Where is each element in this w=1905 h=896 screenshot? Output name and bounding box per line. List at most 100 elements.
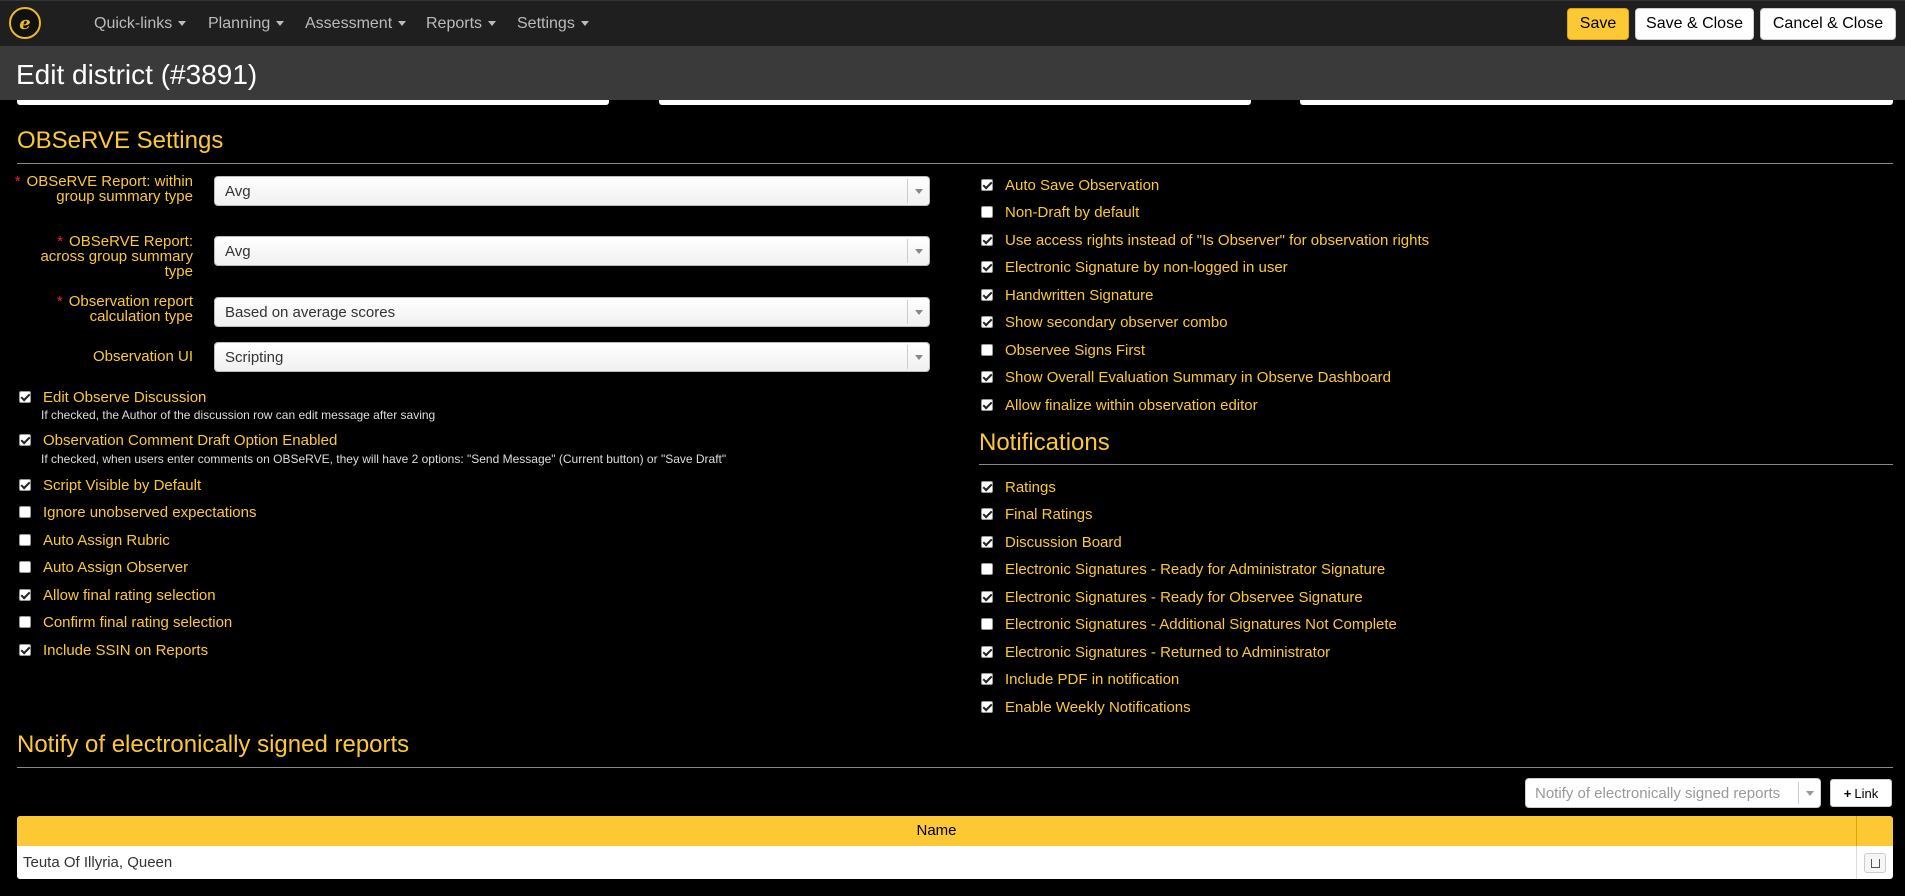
help-text: If checked, the Author of the discussion…	[41, 408, 436, 422]
checkbox[interactable]	[981, 289, 993, 301]
link-button[interactable]: + Link	[1830, 779, 1892, 807]
checkbox[interactable]	[981, 234, 993, 246]
checkbox[interactable]	[981, 399, 993, 411]
table-header: Name	[17, 816, 1893, 846]
signed-reports-table: Name Teuta Of Illyria, Queen	[17, 816, 1893, 879]
save-close-button[interactable]: Save & Close	[1635, 8, 1754, 40]
check-edit-observe-discussion[interactable]: Edit Observe Discussion	[19, 389, 206, 406]
checkbox[interactable]	[981, 646, 993, 658]
nav-settings[interactable]: Settings	[517, 15, 589, 33]
caret-down-icon	[276, 21, 285, 27]
check-comment-draft-option[interactable]: Observation Comment Draft Option Enabled	[19, 432, 337, 449]
checkbox[interactable]	[981, 591, 993, 603]
check-notif-discussion-board[interactable]: Discussion Board	[981, 534, 1122, 551]
check-use-access-rights[interactable]: Use access rights instead of "Is Observe…	[981, 232, 1429, 249]
partial-input-2[interactable]	[659, 100, 1251, 105]
caret-down-icon	[398, 21, 407, 27]
nav-quick-links[interactable]: Quick-links	[94, 15, 187, 33]
check-notif-esig-returned[interactable]: Electronic Signatures - Returned to Admi…	[981, 644, 1330, 661]
check-overall-eval-summary[interactable]: Show Overall Evaluation Summary in Obser…	[981, 369, 1391, 386]
check-handwritten-signature[interactable]: Handwritten Signature	[981, 287, 1153, 304]
chevron-down-icon	[1798, 782, 1820, 804]
logo-letter: e	[19, 12, 31, 34]
checkbox[interactable]	[981, 179, 993, 191]
check-observee-signs-first[interactable]: Observee Signs First	[981, 342, 1145, 359]
notifications-title: Notifications	[979, 429, 1110, 456]
within-group-summary-select[interactable]: Avg	[214, 176, 930, 206]
check-auto-assign-rubric[interactable]: Auto Assign Rubric	[19, 532, 170, 549]
checkbox[interactable]	[19, 616, 31, 628]
check-notif-esig-additional[interactable]: Electronic Signatures - Additional Signa…	[981, 616, 1397, 633]
across-group-summary-label: * OBSeRVE Report: across group summary ty…	[40, 233, 193, 280]
check-notif-ratings[interactable]: Ratings	[981, 479, 1056, 496]
column-header-name[interactable]: Name	[17, 816, 1857, 846]
required-marker: *	[14, 173, 21, 190]
app-logo-icon[interactable]: e	[9, 7, 41, 39]
check-notif-final-ratings[interactable]: Final Ratings	[981, 506, 1093, 523]
checkbox[interactable]	[19, 561, 31, 573]
checkbox[interactable]	[19, 534, 31, 546]
across-group-summary-select[interactable]: Avg	[214, 236, 930, 266]
nav-reports[interactable]: Reports	[426, 15, 497, 33]
checkbox[interactable]	[981, 536, 993, 548]
checkbox[interactable]	[981, 508, 993, 520]
checkbox[interactable]	[981, 206, 993, 218]
check-auto-assign-observer[interactable]: Auto Assign Observer	[19, 559, 188, 576]
observation-ui-label: Observation UI	[92, 348, 193, 365]
checkbox[interactable]	[19, 479, 31, 491]
chevron-down-icon	[907, 179, 929, 203]
page-header: Edit district (#3891)	[0, 46, 1905, 100]
chevron-down-icon	[907, 345, 929, 369]
save-button[interactable]: Save	[1567, 8, 1629, 40]
checkbox[interactable]	[981, 673, 993, 685]
checkbox[interactable]	[19, 644, 31, 656]
check-confirm-final-rating[interactable]: Confirm final rating selection	[19, 614, 232, 631]
chevron-down-icon	[907, 300, 929, 324]
check-notif-esig-admin[interactable]: Electronic Signatures - Ready for Admini…	[981, 561, 1385, 578]
checkbox[interactable]	[19, 506, 31, 518]
nav-planning[interactable]: Planning	[208, 15, 285, 33]
caret-down-icon	[488, 21, 497, 27]
help-text: If checked, when users enter comments on…	[41, 452, 727, 466]
checkbox[interactable]	[981, 316, 993, 328]
calculation-type-label: * Observation report calculation type	[56, 293, 193, 325]
checkbox[interactable]	[981, 481, 993, 493]
checkbox[interactable]	[981, 344, 993, 356]
trash-icon[interactable]	[1864, 852, 1886, 873]
checkbox[interactable]	[981, 701, 993, 713]
check-auto-save-observation[interactable]: Auto Save Observation	[981, 177, 1159, 194]
check-esignature-non-logged[interactable]: Electronic Signature by non-logged in us…	[981, 259, 1288, 276]
check-ignore-unobserved[interactable]: Ignore unobserved expectations	[19, 504, 256, 521]
checkbox[interactable]	[981, 563, 993, 575]
chevron-down-icon	[907, 239, 929, 263]
column-header-actions	[1857, 816, 1893, 846]
page-title: Edit district (#3891)	[16, 59, 258, 90]
checkbox[interactable]	[19, 589, 31, 601]
checkbox[interactable]	[981, 261, 993, 273]
check-allow-finalize[interactable]: Allow finalize within observation editor	[981, 397, 1258, 414]
notify-signed-select[interactable]: Notify of electronically signed reports	[1525, 778, 1821, 808]
check-notif-esig-observee[interactable]: Electronic Signatures - Ready for Observ…	[981, 589, 1363, 606]
caret-down-icon	[580, 21, 589, 27]
check-script-visible[interactable]: Script Visible by Default	[19, 477, 201, 494]
divider	[17, 767, 1893, 768]
checkbox[interactable]	[19, 434, 31, 446]
check-secondary-observer[interactable]: Show secondary observer combo	[981, 314, 1228, 331]
checkbox[interactable]	[19, 391, 31, 403]
checkbox[interactable]	[981, 371, 993, 383]
check-notif-include-pdf[interactable]: Include PDF in notification	[981, 671, 1179, 688]
check-non-draft-default[interactable]: Non-Draft by default	[981, 204, 1139, 221]
nav-assessment[interactable]: Assessment	[305, 15, 407, 33]
check-allow-final-rating[interactable]: Allow final rating selection	[19, 587, 216, 604]
calculation-type-select[interactable]: Based on average scores	[214, 297, 930, 327]
checkbox[interactable]	[981, 618, 993, 630]
cancel-close-button[interactable]: Cancel & Close	[1760, 8, 1896, 40]
plus-icon: +	[1843, 785, 1852, 801]
observation-ui-select[interactable]: Scripting	[214, 342, 930, 372]
check-include-ssin[interactable]: Include SSIN on Reports	[19, 642, 208, 659]
partial-input-3[interactable]	[1300, 100, 1893, 105]
within-group-summary-label: * OBSeRVE Report: within group summary ty…	[14, 173, 193, 205]
cell-actions	[1857, 846, 1893, 879]
check-notif-weekly[interactable]: Enable Weekly Notifications	[981, 699, 1191, 716]
partial-input-1[interactable]	[17, 100, 609, 105]
